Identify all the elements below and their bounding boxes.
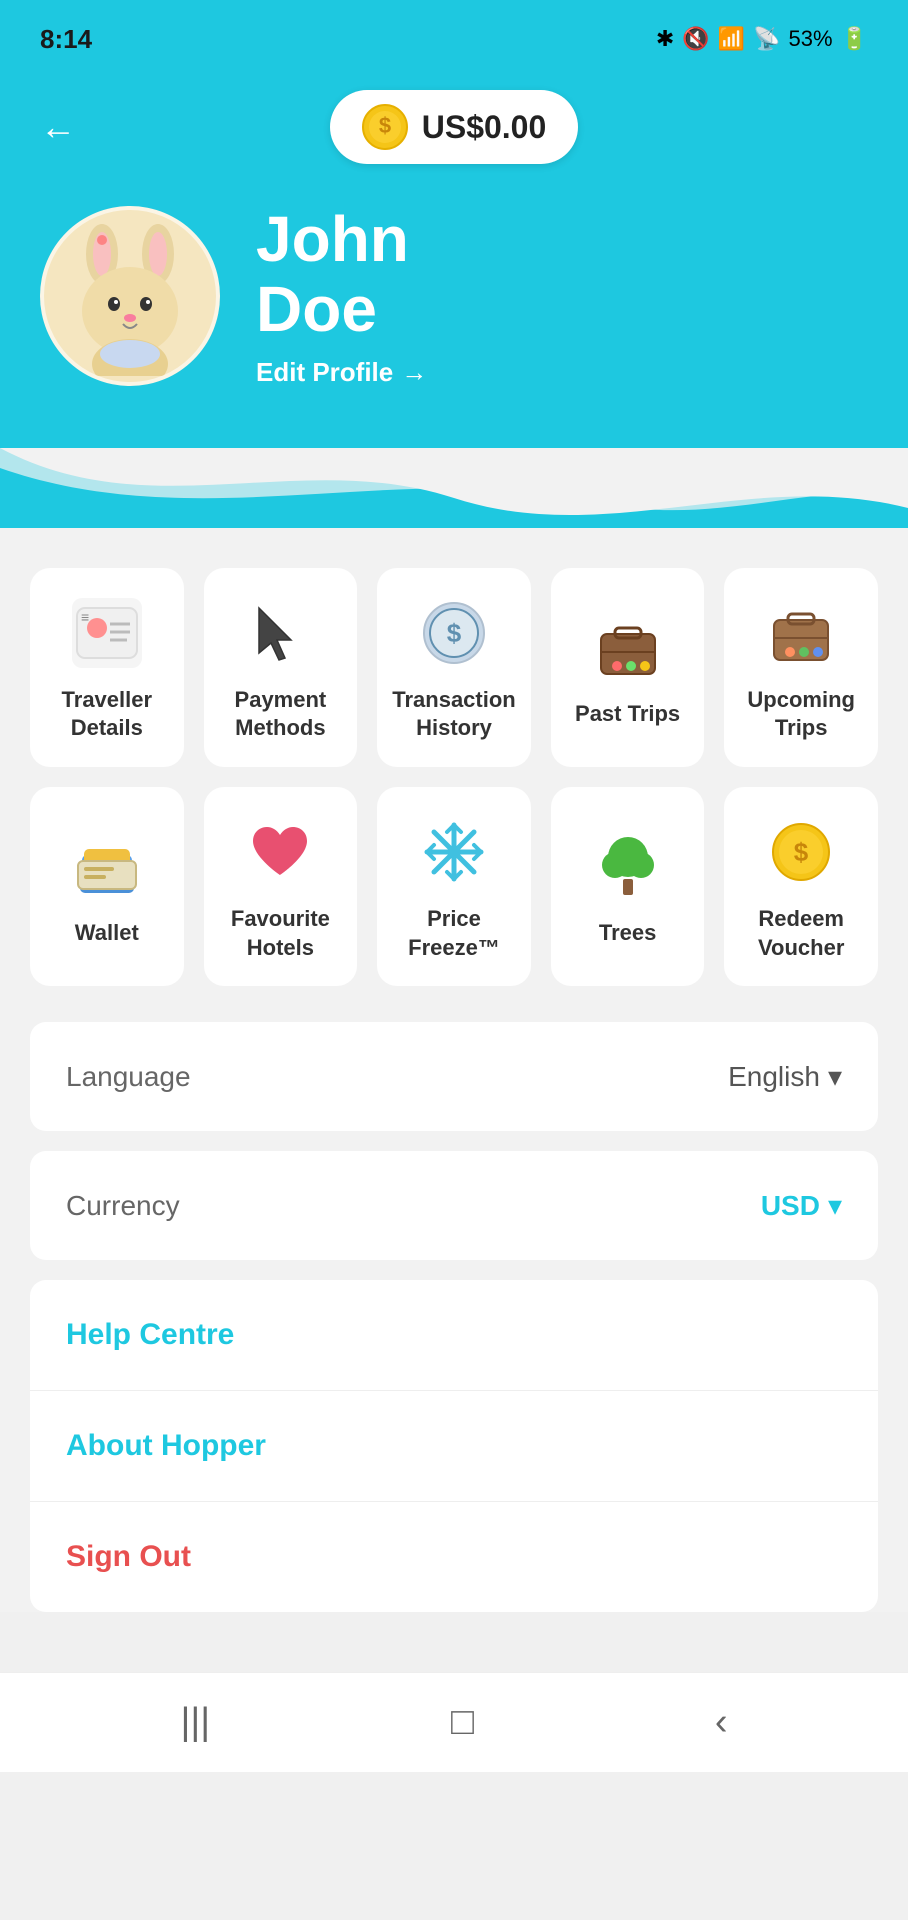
sign-out-row[interactable]: Sign Out [30,1502,878,1612]
redeem-voucher-icon: $ [766,817,836,887]
menu-item-price-freeze[interactable]: Price Freeze™ [377,787,531,986]
coin-icon: $ [362,104,408,150]
svg-text:$: $ [447,618,462,648]
currency-label: Currency [66,1190,180,1222]
past-trips-icon [593,612,663,682]
past-trips-label: Past Trips [575,700,680,729]
upcoming-trips-label: Upcoming Trips [736,686,866,743]
menu-item-redeem-voucher[interactable]: $ Redeem Voucher [724,787,878,986]
currency-current: USD [761,1190,820,1222]
trees-icon [593,831,663,901]
currency-setting: Currency USD ▾ [30,1151,878,1260]
payment-methods-icon [245,598,315,668]
volume-icon: 🔇 [682,26,709,52]
language-label: Language [66,1061,191,1093]
transaction-history-icon: $ [419,598,489,668]
nav-menu-button[interactable]: ||| [180,1701,210,1744]
payment-methods-label: Payment Methods [216,686,346,743]
menu-item-payment-methods[interactable]: Payment Methods [204,568,358,767]
svg-text:$: $ [379,113,391,138]
nav-home-button[interactable]: □ [451,1701,474,1744]
balance-pill[interactable]: $ US$0.00 [330,90,579,164]
content-area: ≡ Traveller Details Payment Methods [0,528,908,1612]
currency-value[interactable]: USD ▾ [761,1189,842,1222]
menu-item-past-trips[interactable]: Past Trips [551,568,705,767]
menu-item-wallet[interactable]: Wallet [30,787,184,986]
wifi-icon: 📶 [718,26,745,52]
menu-item-traveller-details[interactable]: ≡ Traveller Details [30,568,184,767]
wave-divider [0,448,908,528]
signal-icon: 📡 [753,26,780,52]
favourite-hotels-label: Favourite Hotels [216,905,346,962]
wallet-label: Wallet [75,919,139,948]
language-setting: Language English ▾ [30,1022,878,1131]
menu-item-transaction-history[interactable]: $ Transaction History [377,568,531,767]
traveller-details-icon: ≡ [72,598,142,668]
language-dropdown-arrow: ▾ [828,1060,842,1093]
wallet-icon [72,831,142,901]
traveller-details-label: Traveller Details [42,686,172,743]
upcoming-trips-icon [766,598,836,668]
price-freeze-icon [419,817,489,887]
links-section: Help Centre About Hopper Sign Out [30,1280,878,1612]
back-button[interactable]: ← [40,106,76,148]
status-bar: 8:14 ✱ 🔇 📶 📡 53% 🔋 [0,0,908,70]
price-freeze-label: Price Freeze™ [389,905,519,962]
battery-text: 53% [789,26,833,52]
menu-item-favourite-hotels[interactable]: Favourite Hotels [204,787,358,986]
first-name: John [256,203,409,275]
help-centre-link: Help Centre [66,1318,234,1352]
avatar [40,206,220,386]
language-row[interactable]: Language English ▾ [30,1022,878,1131]
avatar-image [50,216,210,376]
status-icons: ✱ 🔇 📶 📡 53% 🔋 [656,26,868,52]
battery-icon: 🔋 [841,26,868,52]
menu-grid: ≡ Traveller Details Payment Methods [30,568,878,986]
hero-section: ← $ US$0.00 [0,70,908,448]
language-value[interactable]: English ▾ [728,1060,842,1093]
last-name: Doe [256,273,377,345]
sign-out-link: Sign Out [66,1540,191,1574]
profile-section: John Doe Edit Profile → [40,204,868,448]
svg-text:≡: ≡ [81,609,89,625]
profile-name: John Doe [256,204,427,345]
transaction-history-label: Transaction History [389,686,519,743]
currency-row[interactable]: Currency USD ▾ [30,1151,878,1260]
profile-info: John Doe Edit Profile → [256,204,427,388]
trees-label: Trees [599,919,657,948]
about-hopper-row[interactable]: About Hopper [30,1391,878,1502]
svg-text:$: $ [794,837,809,867]
redeem-voucher-label: Redeem Voucher [736,905,866,962]
about-hopper-link: About Hopper [66,1429,266,1463]
status-time: 8:14 [40,24,92,55]
edit-profile-link[interactable]: Edit Profile → [256,357,427,388]
bottom-nav: ||| □ ‹ [0,1672,908,1772]
nav-back-button[interactable]: ‹ [715,1701,728,1744]
bluetooth-icon: ✱ [656,26,674,52]
hero-top: ← $ US$0.00 [40,90,868,164]
menu-item-trees[interactable]: Trees [551,787,705,986]
help-centre-row[interactable]: Help Centre [30,1280,878,1391]
menu-item-upcoming-trips[interactable]: Upcoming Trips [724,568,878,767]
balance-amount: US$0.00 [422,109,547,146]
language-current: English [728,1061,820,1093]
currency-dropdown-arrow: ▾ [828,1189,842,1222]
favourite-hotels-icon [245,817,315,887]
